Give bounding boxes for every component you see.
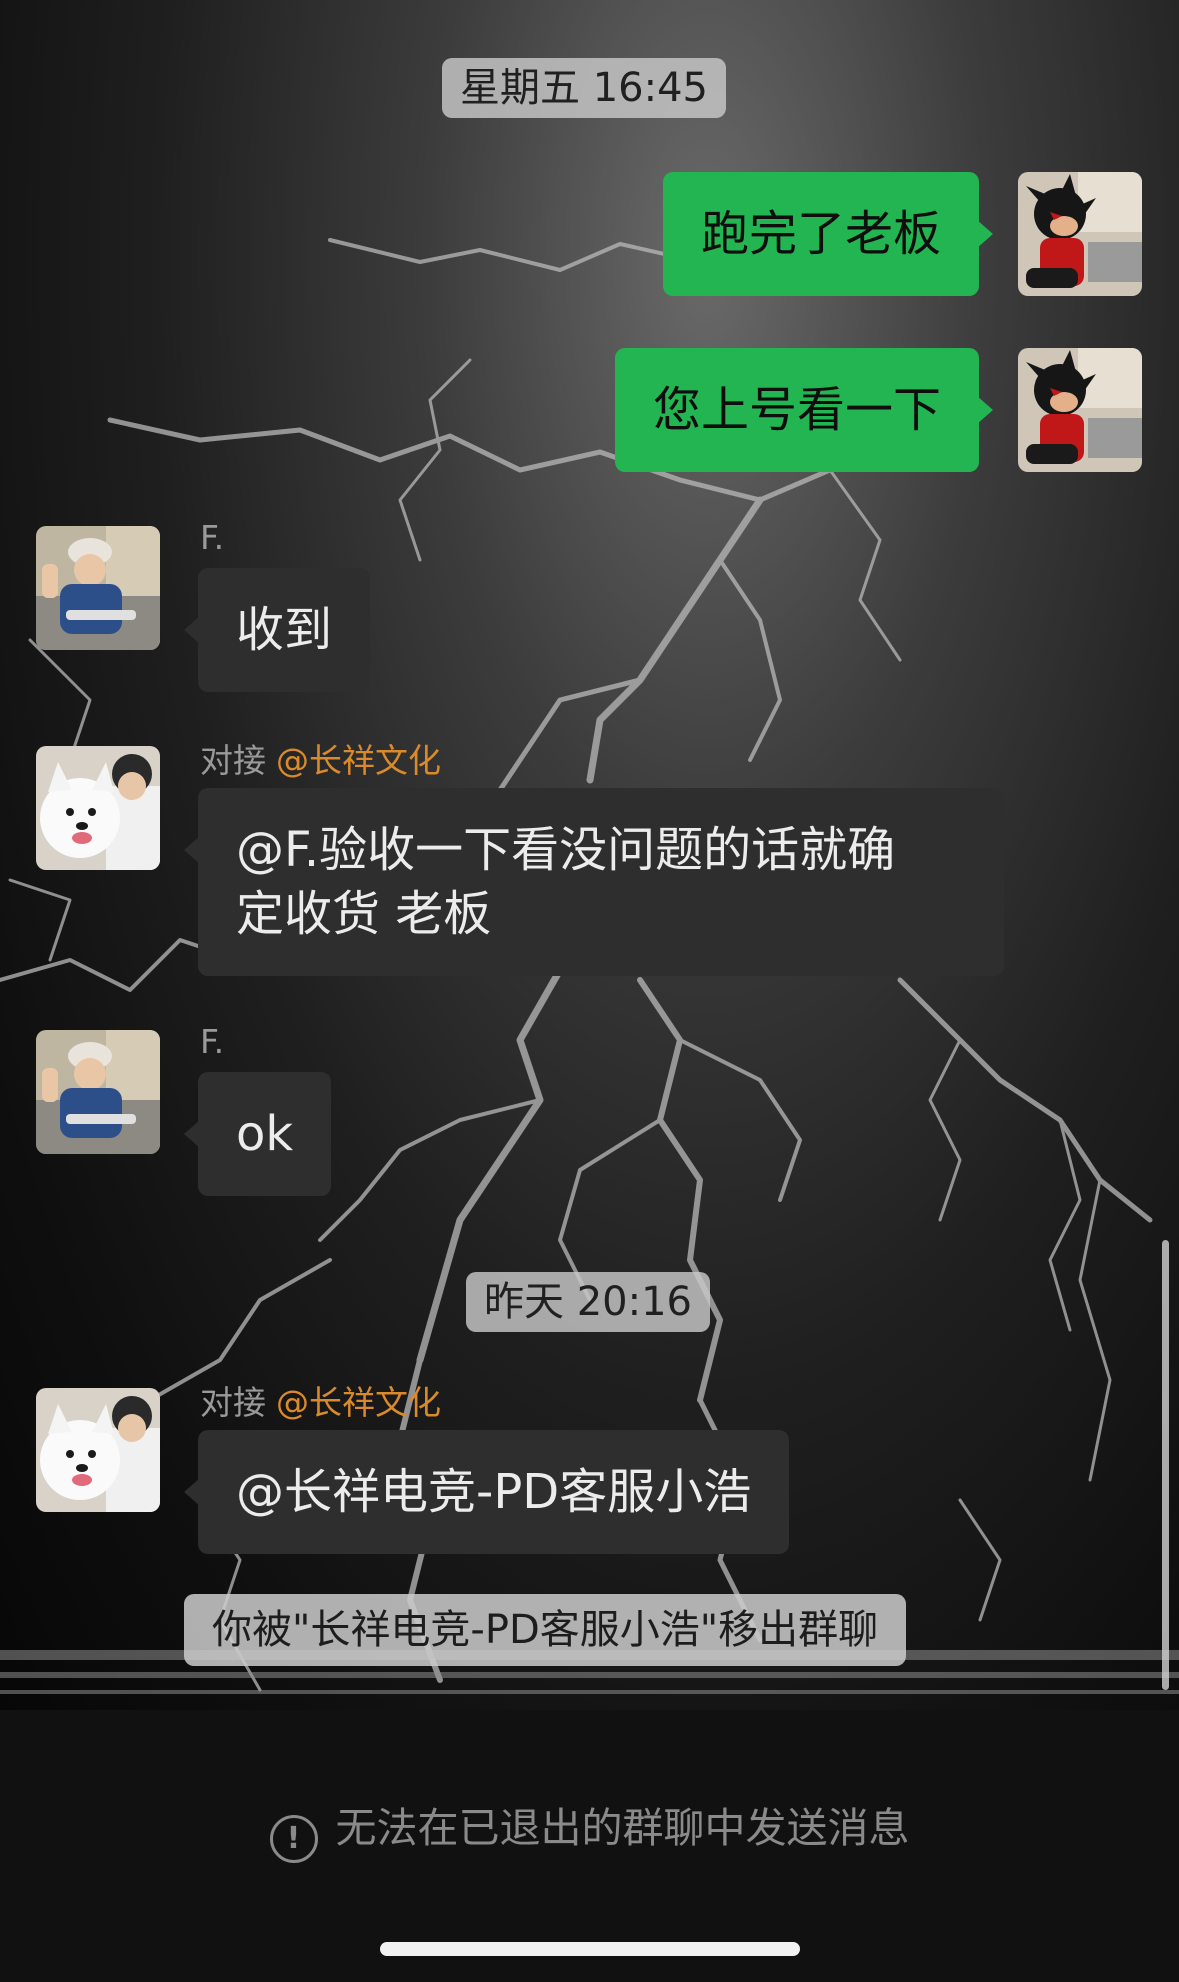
sender-group-tag: @长祥文化 bbox=[276, 741, 441, 780]
sender-group-tag: @长祥文化 bbox=[276, 1383, 441, 1422]
message-text: ok bbox=[236, 1106, 294, 1162]
message-text: 您上号看一下 bbox=[652, 382, 941, 438]
message-text-line: @F.验收一下看没问题的话就确 bbox=[236, 822, 896, 878]
my-avatar[interactable] bbox=[1018, 348, 1142, 472]
sender-name-text: 对接 bbox=[200, 1383, 266, 1422]
timestamp-friday: 星期五 16:45 bbox=[442, 58, 726, 118]
dog-avatar-icon bbox=[36, 1388, 160, 1512]
scrollbar[interactable] bbox=[1162, 1240, 1169, 1690]
their-message-bubble[interactable]: ok bbox=[183, 1072, 332, 1196]
notice-text: 无法在已退出的群聊中发送消息 bbox=[335, 1804, 910, 1852]
message-text: 收到 bbox=[236, 602, 333, 658]
my-avatar-icon bbox=[1018, 172, 1142, 296]
message-text: @长祥电竞-PD客服小浩 bbox=[236, 1464, 752, 1520]
their-message-bubble[interactable]: @长祥电竞-PD客服小浩 bbox=[183, 1430, 790, 1554]
sender-name-text: F. bbox=[200, 518, 225, 557]
sender-name: F. bbox=[200, 518, 224, 557]
sender-name: 对接 @长祥文化 bbox=[200, 734, 441, 782]
chat-screen: 星期五 16:45 跑完了老板 您上号看一下 F. 收到 对接 @长祥文化 @F… bbox=[0, 0, 1179, 1982]
sender-avatar-f[interactable] bbox=[36, 1030, 160, 1154]
system-notice-text: 你被"长祥电竞-PD客服小浩"移出群聊 bbox=[212, 1607, 879, 1653]
sender-name-text: 对接 bbox=[200, 741, 266, 780]
dog-avatar-icon bbox=[36, 746, 160, 870]
message-text-line: 定收货 老板 bbox=[236, 886, 492, 942]
chat-area[interactable]: 星期五 16:45 跑完了老板 您上号看一下 F. 收到 对接 @长祥文化 @F… bbox=[0, 0, 1179, 1710]
child-avatar-icon bbox=[36, 526, 160, 650]
sender-avatar-duijie[interactable] bbox=[36, 746, 160, 870]
timestamp-yesterday: 昨天 20:16 bbox=[466, 1272, 710, 1332]
system-notice-removed: 你被"长祥电竞-PD客服小浩"移出群聊 bbox=[184, 1594, 907, 1666]
my-message-bubble[interactable]: 跑完了老板 bbox=[662, 172, 994, 296]
their-message-bubble[interactable]: 收到 bbox=[183, 568, 371, 692]
my-avatar[interactable] bbox=[1018, 172, 1142, 296]
message-text: 跑完了老板 bbox=[700, 206, 941, 262]
timestamp-text: 星期五 16:45 bbox=[460, 65, 708, 111]
sender-avatar-f[interactable] bbox=[36, 526, 160, 650]
sender-avatar-duijie[interactable] bbox=[36, 1388, 160, 1512]
sender-name: F. bbox=[200, 1022, 224, 1061]
cannot-send-notice: ! 无法在已退出的群聊中发送消息 bbox=[0, 1794, 1179, 1863]
sender-name-text: F. bbox=[200, 1022, 225, 1061]
bottom-bar: ! 无法在已退出的群聊中发送消息 bbox=[0, 1710, 1179, 1982]
their-message-bubble[interactable]: @F.验收一下看没问题的话就确 定收货 老板 bbox=[184, 788, 1004, 976]
my-message-bubble[interactable]: 您上号看一下 bbox=[614, 348, 994, 472]
home-indicator[interactable] bbox=[380, 1942, 800, 1956]
my-avatar-icon bbox=[1018, 348, 1142, 472]
exclamation-circle-icon: ! bbox=[269, 1815, 318, 1863]
sender-name: 对接 @长祥文化 bbox=[200, 1376, 441, 1424]
child-avatar-icon bbox=[36, 1030, 160, 1154]
timestamp-text: 昨天 20:16 bbox=[484, 1279, 692, 1325]
